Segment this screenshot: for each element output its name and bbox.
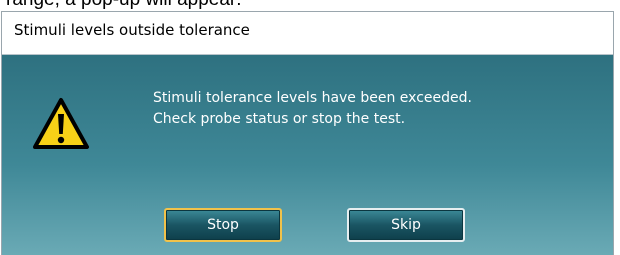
message-line-2: Check probe status or stop the test.	[153, 111, 406, 127]
warning-icon	[33, 98, 89, 149]
tolerance-warning-dialog: Stimuli levels outside tolerance Stimuli…	[1, 11, 614, 255]
message-line-1: Stimuli tolerance levels have been excee…	[153, 90, 472, 106]
stop-button[interactable]: Stop	[164, 208, 282, 242]
skip-button[interactable]: Skip	[347, 208, 465, 242]
dialog-body: Stimuli tolerance levels have been excee…	[2, 55, 613, 255]
dialog-message: Stimuli tolerance levels have been excee…	[153, 88, 472, 130]
dialog-title: Stimuli levels outside tolerance	[14, 21, 250, 39]
dialog-titlebar: Stimuli levels outside tolerance	[2, 11, 613, 55]
